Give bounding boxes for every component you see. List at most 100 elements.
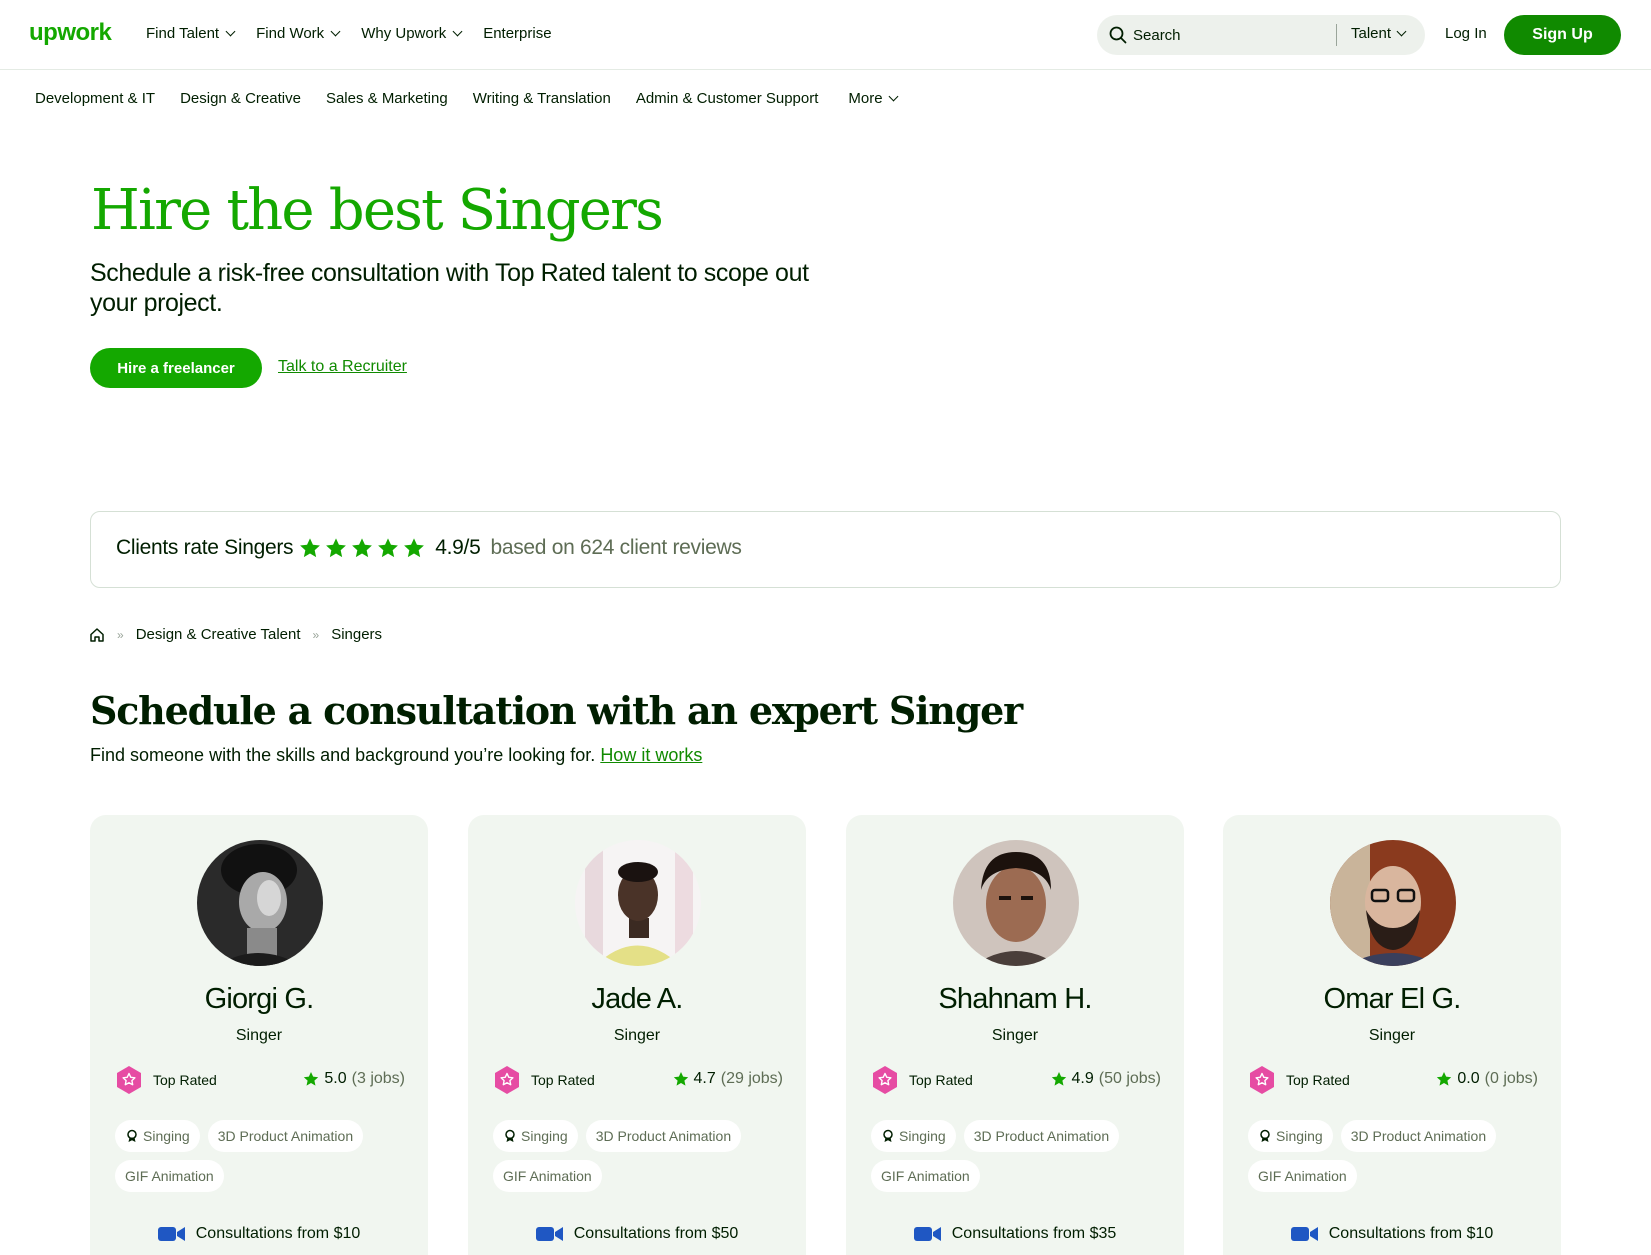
breadcrumb-separator: » [312, 627, 320, 642]
rating-lead: Clients rate Singers [116, 536, 294, 559]
skill-tag[interactable]: Singing [115, 1120, 200, 1152]
section-title: Schedule a consultation with an expert S… [90, 688, 1023, 733]
category-more[interactable]: More [848, 90, 899, 107]
signup-button[interactable]: Sign Up [1504, 15, 1621, 55]
skill-tag[interactable]: GIF Animation [871, 1160, 980, 1192]
freelancer-name[interactable]: Shahnam H. [846, 983, 1184, 1016]
freelancer-role: Singer [235, 1027, 283, 1044]
star-icon [300, 538, 321, 558]
consultation-price: Consultations from $50 [468, 1225, 806, 1243]
freelancer-rating: 0.0 (0 jobs) [1436, 1070, 1538, 1088]
nav-why-upwork-label: Why Upwork [361, 25, 447, 42]
freelancer-card[interactable]: Shahnam H. Singer Top Rated 4.9 (50 jobs… [846, 815, 1184, 1255]
award-icon [505, 1129, 515, 1142]
top-rated-label: Top Rated [531, 1072, 595, 1088]
upwork-logo[interactable]: upwork [29, 19, 112, 47]
skill-tag[interactable]: 3D Product Animation [207, 1120, 364, 1152]
home-icon[interactable] [89, 627, 105, 643]
nav-why-upwork[interactable]: Why Upwork [361, 25, 463, 42]
skill-tag[interactable]: Singing [871, 1120, 956, 1152]
top-rated-badge-icon [117, 1066, 141, 1094]
client-rating-content: Clients rate Singers 4.9/5 based on 624 … [116, 536, 742, 560]
skill-label: 3D Product Animation [1350, 1128, 1487, 1144]
freelancer-name[interactable]: Omar El G. [1223, 983, 1561, 1016]
talk-to-recruiter-link[interactable]: Talk to a Recruiter [278, 358, 407, 376]
star-icon [1437, 1072, 1452, 1086]
skill-label: Singing [521, 1128, 568, 1144]
skill-tag[interactable]: GIF Animation [493, 1160, 602, 1192]
category-writing-translation[interactable]: Writing & Translation [473, 90, 611, 107]
consultation-label: Consultations from $10 [1328, 1225, 1494, 1242]
consultation-label: Consultations from $50 [573, 1225, 739, 1242]
nav-find-work[interactable]: Find Work [256, 25, 341, 42]
skill-label: Singing [1276, 1128, 1323, 1144]
site-header: upwork Find Talent Find Work Why Upwork … [0, 0, 1651, 70]
top-rated-badge-icon [495, 1066, 519, 1094]
category-design-creative[interactable]: Design & Creative [180, 90, 301, 107]
video-camera-icon [913, 1227, 941, 1241]
rating-review-count: based on 624 client reviews [490, 536, 742, 559]
badge-row: Top Rated 0.0 (0 jobs) [1248, 1065, 1538, 1095]
job-count: (29 jobs) [720, 1070, 783, 1087]
skill-tag[interactable]: 3D Product Animation [963, 1120, 1120, 1152]
freelancer-rating: 4.9 (50 jobs) [1051, 1070, 1161, 1088]
avatar [575, 840, 701, 966]
video-camera-icon [1290, 1227, 1318, 1241]
skill-list: Singing 3D Product Animation GIF Animati… [1248, 1120, 1548, 1192]
nav-find-talent-label: Find Talent [146, 25, 220, 42]
category-admin-support[interactable]: Admin & Customer Support [636, 90, 819, 107]
skill-label: Singing [143, 1128, 190, 1144]
login-link[interactable]: Log In [1445, 25, 1487, 42]
skill-tag[interactable]: 3D Product Animation [585, 1120, 742, 1152]
rating-stars [299, 537, 425, 559]
breadcrumb: » Design & Creative Talent » Singers [89, 626, 382, 643]
breadcrumb-separator: » [117, 627, 124, 642]
search-scope-dropdown[interactable]: Talent [1351, 25, 1407, 42]
category-development-it[interactable]: Development & IT [35, 90, 155, 107]
nav-find-talent[interactable]: Find Talent [146, 25, 236, 42]
freelancer-cards: Giorgi G. Singer Top Rated 5.0 (3 jobs) … [90, 815, 1561, 1255]
rating-score: 0.0 [1457, 1070, 1480, 1087]
freelancer-card[interactable]: Omar El G. Singer Top Rated 0.0 (0 jobs)… [1223, 815, 1561, 1255]
how-it-works-link[interactable]: How it works [600, 745, 702, 765]
freelancer-name[interactable]: Jade A. [468, 983, 806, 1016]
skill-tag[interactable]: GIF Animation [1248, 1160, 1357, 1192]
search-input[interactable] [1133, 23, 1313, 47]
top-rated-badge-icon [873, 1066, 897, 1094]
breadcrumb-singers[interactable]: Singers [331, 626, 382, 643]
nav-enterprise[interactable]: Enterprise [483, 25, 551, 42]
chevron-down-icon [452, 26, 463, 37]
hire-freelancer-button[interactable]: Hire a freelancer [90, 348, 262, 388]
freelancer-role: Singer [1368, 1027, 1416, 1044]
freelancer-rating: 5.0 (3 jobs) [303, 1070, 405, 1088]
nav-find-work-label: Find Work [256, 25, 325, 42]
breadcrumb-design-creative[interactable]: Design & Creative Talent [136, 626, 301, 643]
badge-row: Top Rated 4.9 (50 jobs) [871, 1065, 1161, 1095]
freelancer-card[interactable]: Jade A. Singer Top Rated 4.7 (29 jobs) S… [468, 815, 806, 1255]
freelancer-card[interactable]: Giorgi G. Singer Top Rated 5.0 (3 jobs) … [90, 815, 428, 1255]
badge-row: Top Rated 5.0 (3 jobs) [115, 1065, 405, 1095]
star-icon [673, 1072, 688, 1086]
skill-label: GIF Animation [503, 1168, 592, 1184]
section-subtitle-text: Find someone with the skills and backgro… [90, 745, 596, 765]
rating-score: 5.0 [324, 1070, 347, 1087]
search-box: Talent [1097, 15, 1425, 55]
chevron-down-icon [888, 91, 899, 102]
top-rated-label: Top Rated [1286, 1072, 1350, 1088]
skill-tag[interactable]: GIF Animation [115, 1160, 224, 1192]
video-camera-icon [157, 1227, 185, 1241]
category-more-label: More [848, 90, 883, 107]
star-icon [352, 538, 373, 558]
search-icon[interactable] [1109, 26, 1127, 44]
skill-tag[interactable]: 3D Product Animation [1340, 1120, 1497, 1152]
section-subtitle: Find someone with the skills and backgro… [90, 745, 702, 766]
award-icon [1260, 1129, 1270, 1142]
job-count: (0 jobs) [1484, 1070, 1538, 1087]
skill-tag[interactable]: Singing [493, 1120, 578, 1152]
nav-enterprise-label: Enterprise [483, 25, 552, 42]
freelancer-name[interactable]: Giorgi G. [90, 983, 428, 1016]
category-sales-marketing[interactable]: Sales & Marketing [326, 90, 448, 107]
skill-tag[interactable]: Singing [1248, 1120, 1333, 1152]
freelancer-rating: 4.7 (29 jobs) [673, 1070, 783, 1088]
hero-title: Hire the best Singers [91, 178, 664, 243]
